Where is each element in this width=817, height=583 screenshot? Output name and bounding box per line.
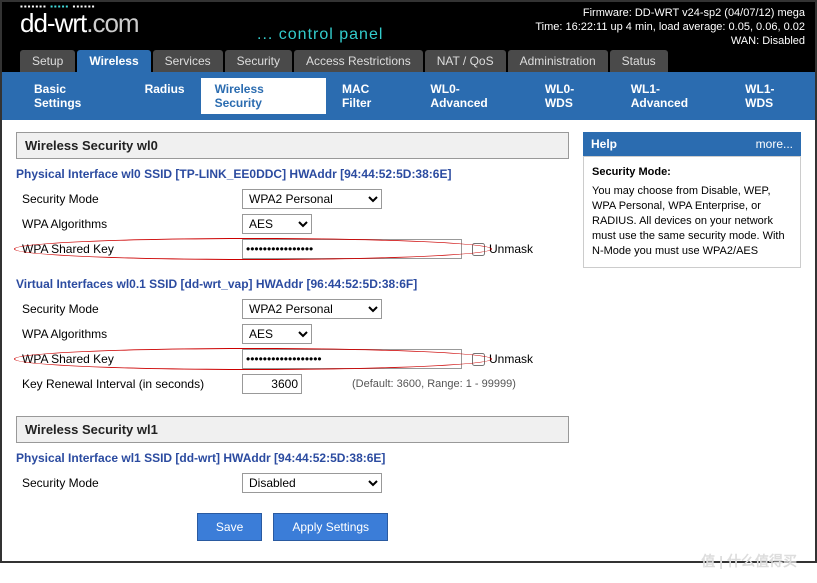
section-wl1-title: Wireless Security wl1 (16, 416, 569, 443)
wl0-phys-key-input[interactable] (242, 239, 462, 259)
apply-settings-button[interactable]: Apply Settings (273, 513, 388, 541)
tab-security[interactable]: Security (225, 50, 292, 72)
help-heading: Security Mode: (592, 165, 792, 180)
wl0-phys-heading: Physical Interface wl0 SSID [TP-LINK_EE0… (16, 167, 569, 181)
tab-nat-qos[interactable]: NAT / QoS (425, 50, 506, 72)
label-key-renewal: Key Renewal Interval (in seconds) (22, 377, 242, 391)
wl0-virt-unmask-checkbox[interactable] (472, 353, 485, 366)
unmask-label: Unmask (489, 242, 533, 256)
subtab-radius[interactable]: Radius (131, 78, 199, 114)
wl0-phys-unmask-checkbox[interactable] (472, 243, 485, 256)
wl0-phys-alg-select[interactable]: AES (242, 214, 312, 234)
label-wpa-key: WPA Shared Key (22, 352, 242, 366)
tab-wireless[interactable]: Wireless (77, 50, 150, 72)
wan-line: WAN: Disabled (535, 34, 805, 48)
subtab-wl0-wds[interactable]: WL0-WDS (531, 78, 615, 114)
help-panel: Help more... Security Mode: You may choo… (583, 132, 801, 541)
tab-setup[interactable]: Setup (20, 50, 75, 72)
label-wpa-alg: WPA Algorithms (22, 327, 242, 341)
main-tabs: SetupWirelessServicesSecurityAccess Rest… (2, 50, 815, 72)
subtab-wl1-wds[interactable]: WL1-WDS (731, 78, 815, 114)
wl0-phys-mode-select[interactable]: WPA2 Personal (242, 189, 382, 209)
subtitle: ... control panel (257, 26, 383, 44)
sub-tabs: Basic SettingsRadiusWireless SecurityMAC… (2, 72, 815, 120)
default-range-text: (Default: 3600, Range: 1 - 99999) (352, 378, 516, 390)
subtab-wireless-security[interactable]: Wireless Security (201, 78, 326, 114)
main-panel: Wireless Security wl0 Physical Interface… (16, 132, 569, 541)
time-line: Time: 16:22:11 up 4 min, load average: 0… (535, 20, 805, 34)
header: ▪▪▪▪▪▪▪ ▪▪▪▪▪ ▪▪▪▪▪▪ dd-wrt.com ... cont… (2, 2, 815, 50)
logo: dd-wrt.com (20, 8, 139, 39)
label-security-mode: Security Mode (22, 476, 242, 490)
help-more-link[interactable]: more... (756, 137, 793, 151)
subtab-wl1-advanced[interactable]: WL1-Advanced (617, 78, 729, 114)
wl0-virt-alg-select[interactable]: AES (242, 324, 312, 344)
firmware-line: Firmware: DD-WRT v24-sp2 (04/07/12) mega (535, 6, 805, 20)
tab-services[interactable]: Services (153, 50, 223, 72)
label-security-mode: Security Mode (22, 302, 242, 316)
wl0-virt-key-input[interactable] (242, 349, 462, 369)
label-wpa-alg: WPA Algorithms (22, 217, 242, 231)
unmask-label: Unmask (489, 352, 533, 366)
tab-status[interactable]: Status (610, 50, 668, 72)
tab-administration[interactable]: Administration (508, 50, 608, 72)
subtab-basic-settings[interactable]: Basic Settings (20, 78, 129, 114)
wl0-virt-mode-select[interactable]: WPA2 Personal (242, 299, 382, 319)
subtab-wl0-advanced[interactable]: WL0-Advanced (416, 78, 528, 114)
wl1-phys-heading: Physical Interface wl1 SSID [dd-wrt] HWA… (16, 451, 569, 465)
section-wl0-title: Wireless Security wl0 (16, 132, 569, 159)
wl1-mode-select[interactable]: Disabled (242, 473, 382, 493)
wl0-virt-heading: Virtual Interfaces wl0.1 SSID [dd-wrt_va… (16, 277, 569, 291)
label-security-mode: Security Mode (22, 192, 242, 206)
wl0-virt-renew-input[interactable] (242, 374, 302, 394)
help-body-text: You may choose from Disable, WEP, WPA Pe… (592, 185, 785, 257)
subtab-mac-filter[interactable]: MAC Filter (328, 78, 414, 114)
button-row: Save Apply Settings (16, 513, 569, 541)
save-button[interactable]: Save (197, 513, 262, 541)
tab-access-restrictions[interactable]: Access Restrictions (294, 50, 423, 72)
help-title: Help (591, 137, 617, 151)
label-wpa-key: WPA Shared Key (22, 242, 242, 256)
status-block: Firmware: DD-WRT v24-sp2 (04/07/12) mega… (535, 6, 805, 48)
